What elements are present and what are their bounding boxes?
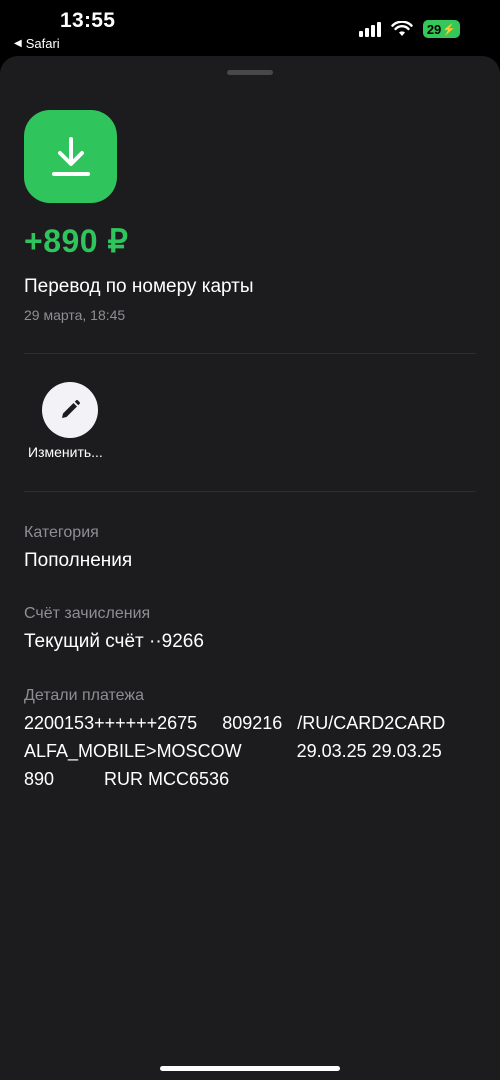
details-label: Детали платежа (24, 687, 144, 704)
transaction-amount: +890 ₽ (24, 223, 129, 259)
divider (24, 353, 476, 354)
details-line: 890 RUR MCC6536 (24, 769, 230, 789)
account-value: Текущий счёт ··9266 (24, 631, 204, 652)
category-label: Категория (24, 524, 99, 541)
status-time: 13:55 (60, 9, 116, 32)
battery-level: 29 (426, 21, 442, 37)
battery-icon: 29 ⚡ (422, 20, 460, 38)
status-bar: 13:55 ◀ Safari 29 ⚡ (0, 0, 500, 56)
transaction-title: Перевод по номеру карты (24, 276, 254, 297)
back-app-label: Safari (25, 36, 60, 51)
back-arrow-icon: ◀ (14, 38, 22, 49)
signal-icon (358, 21, 381, 37)
transaction-sheet: +890 ₽ Перевод по номеру карты 29 марта,… (0, 56, 500, 1080)
edit-button[interactable] (42, 382, 98, 438)
edit-button-label[interactable]: Изменить... (28, 444, 103, 460)
details-line: 2200153++++++2675 809216 /RU/CARD2CARD (24, 713, 446, 733)
details-line: ALFA_MOBILE>MOSCOW 29.03.25 29.03.25 (24, 741, 442, 761)
divider (24, 491, 476, 492)
sheet-grabber[interactable] (227, 70, 273, 75)
transaction-date: 29 марта, 18:45 (24, 307, 126, 323)
status-icons: 29 ⚡ (358, 20, 460, 38)
pencil-icon (62, 399, 81, 418)
back-to-safari-link[interactable]: ◀ Safari (14, 36, 60, 51)
wifi-icon (391, 21, 413, 37)
account-label: Счёт зачисления (24, 605, 151, 622)
home-indicator[interactable] (160, 1066, 340, 1071)
category-value: Пополнения (24, 550, 133, 571)
download-icon (24, 110, 117, 203)
